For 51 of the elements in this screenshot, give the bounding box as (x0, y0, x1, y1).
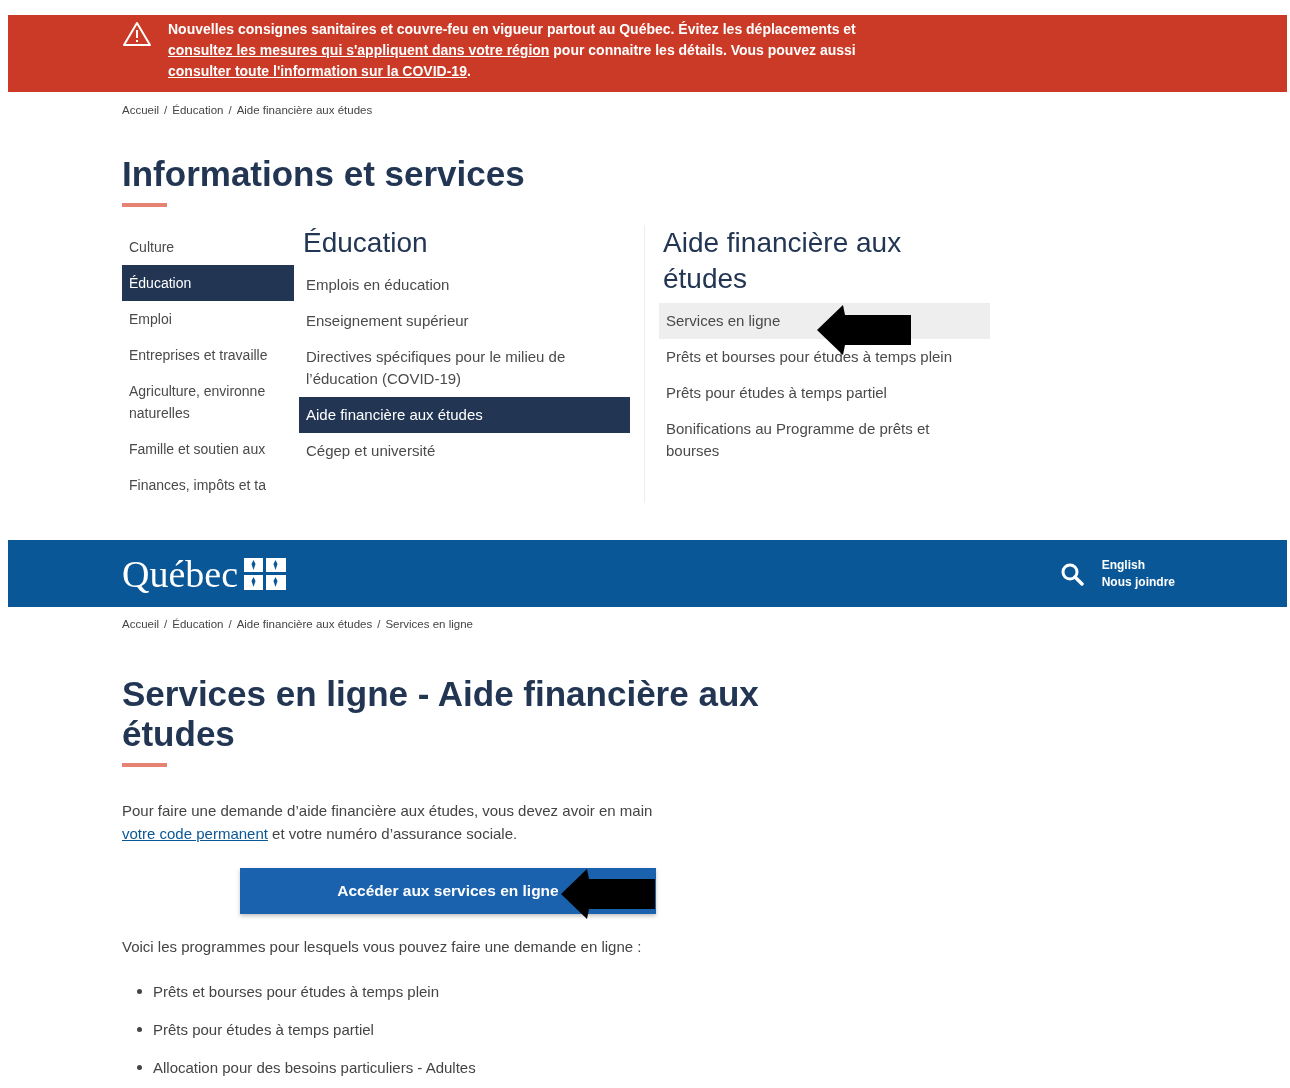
breadcrumb-separator: / (228, 618, 232, 630)
bullet-icon (137, 1064, 142, 1070)
search-icon[interactable] (1059, 561, 1084, 586)
program-item: Allocation pour des besoins particuliers - Adultes (153, 1058, 476, 1076)
menu-item[interactable]: Agriculture, environne naturelles (122, 373, 294, 431)
menu-item[interactable]: Finances, impôts et ta (122, 467, 294, 503)
menu-item[interactable]: Prêts pour études à temps partiel (659, 375, 990, 411)
menu-item[interactable]: Bonifications au Programme de prêts et bourses (659, 411, 990, 469)
breadcrumb-link[interactable]: Éducation (172, 618, 224, 630)
breadcrumb-link[interactable]: Accueil (122, 104, 160, 116)
alert-link[interactable]: consultez les mesures qui s'appliquent dans votre région (168, 42, 550, 58)
menu-item[interactable]: Enseignement supérieur (299, 303, 630, 339)
alert-message: Nouvelles consignes sanitaires et couvre-feu en vigueur partout au Québec. Évitez les déplacements et consultez les mesures qui s'appliquent dans votre région pour connaitre les détails. Vous pouvez aussi consulter toute l'information sur la COVID-19. (168, 20, 857, 81)
breadcrumb-separator: / (164, 104, 168, 116)
program-item: Prêts pour études à temps partiel (153, 1020, 374, 1038)
menu-item[interactable]: Entreprises et travaille (122, 337, 294, 373)
header-link[interactable]: Nous joindre (1101, 575, 1175, 589)
breadcrumb-link[interactable]: Services en ligne (385, 618, 473, 630)
breadcrumb-link[interactable]: Accueil (122, 618, 160, 630)
menu-item[interactable]: Cégep et université (299, 433, 630, 469)
warning-icon (122, 21, 152, 47)
menu-item[interactable]: Emplois en éducation (299, 267, 630, 303)
menu-item[interactable]: Éducation (122, 265, 294, 301)
menu-item[interactable]: Emploi (122, 301, 294, 337)
page-title: Informations et services (122, 154, 526, 194)
menu-item[interactable]: Famille et soutien aux (122, 431, 294, 467)
menu-item[interactable]: Directives spécifiques pour le milieu de l’éducation (COVID-19) (299, 339, 630, 397)
breadcrumb-separator: / (228, 104, 232, 116)
program-item: Prêts et bourses pour études à temps plein (153, 982, 439, 1000)
column-title: Aide financière aux études (663, 226, 903, 296)
code-permanent-link[interactable]: votre code permanent (122, 825, 268, 842)
intro-paragraph: Pour faire une demande d’aide financière aux études, vous devez avoir en main votre code permanent et votre numéro d’assurance sociale. (122, 801, 654, 844)
programs-intro: Voici les programmes pour lesquels vous pouvez faire une demande en ligne : (122, 938, 643, 955)
menu-item[interactable]: Culture (122, 229, 294, 265)
alert-link[interactable]: consulter toute l'information sur la COVID-19 (168, 63, 467, 79)
title-underline (122, 763, 167, 767)
column-title: Éducation (303, 226, 429, 260)
menu-item[interactable]: Prêts et bourses pour études à temps plein (659, 339, 990, 375)
bullet-icon (137, 988, 142, 994)
menu-item[interactable]: Aide financière aux études (299, 397, 630, 433)
title-underline (122, 203, 167, 207)
bullet-icon (137, 1026, 142, 1032)
breadcrumb-separator: / (377, 618, 381, 630)
flag-icon (244, 557, 287, 590)
breadcrumb-link[interactable]: Aide financière aux études (236, 618, 373, 630)
breadcrumb-separator: / (164, 618, 168, 630)
breadcrumb-link[interactable]: Éducation (172, 104, 224, 116)
header-link[interactable]: English (1101, 558, 1175, 572)
page-title: Services en ligne - Aide financière aux études (122, 674, 760, 754)
breadcrumb-link[interactable]: Aide financière aux études (236, 104, 373, 116)
site-logo[interactable]: Québec (122, 551, 239, 596)
